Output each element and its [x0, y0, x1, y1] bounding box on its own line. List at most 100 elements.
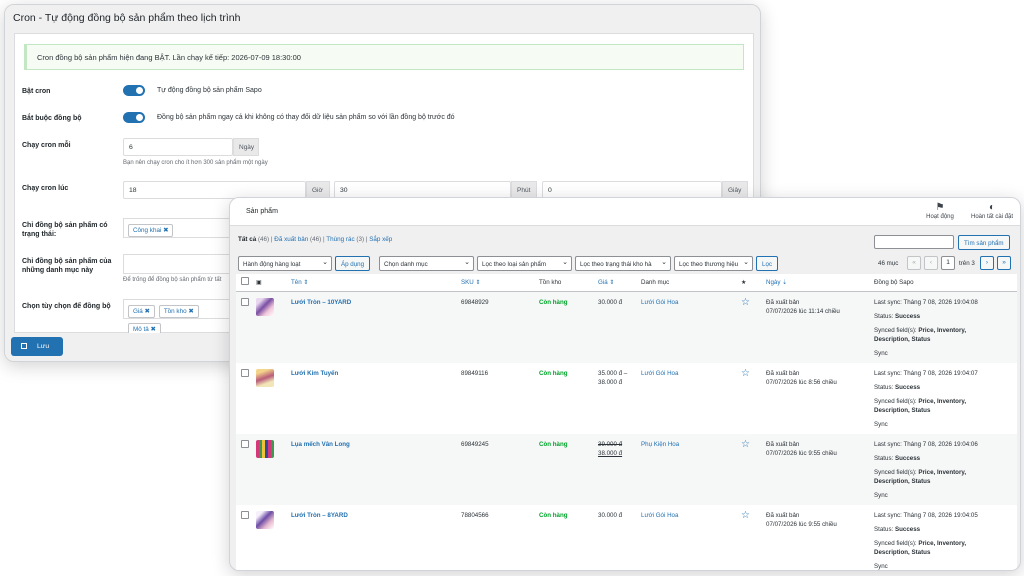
product-name-link[interactable]: Lưới Tròn – 8YARD	[291, 512, 348, 519]
save-button[interactable]: Lưu	[11, 337, 63, 356]
product-stock: Còn hàng	[539, 298, 568, 306]
sub-published[interactable]: Đã xuất bản	[274, 236, 308, 243]
product-price: 30.000 đ	[598, 505, 641, 570]
products-header-title: Sản phẩm	[246, 208, 278, 215]
filter-button[interactable]: Lọc	[756, 256, 778, 271]
price-line-1: 30.000 đ	[598, 512, 623, 520]
product-name-link[interactable]: Lưới Tròn – 10YARD	[291, 299, 351, 306]
product-price: 35.000 đ –38.000 đ	[598, 363, 641, 434]
floppy-icon	[21, 343, 27, 349]
sub-sort[interactable]: Sắp xếp	[369, 236, 392, 243]
product-thumbnail[interactable]	[256, 368, 274, 387]
sync-options-label: Chọn tùy chọn để đồng bộ	[22, 303, 111, 310]
product-category-link[interactable]: Lưới Gói Hoa	[641, 299, 678, 306]
sub-all[interactable]: Tất cả	[238, 236, 256, 243]
product-category-link[interactable]: Phụ Kiện Hoa	[641, 441, 679, 448]
activity-button[interactable]: ⚑ Hoạt động	[922, 202, 958, 220]
sync-options-select[interactable]: Giá ✖ Tồn kho ✖Mô tả ✖	[123, 299, 233, 336]
product-price: 30.000 đ	[598, 291, 641, 363]
product-category-link[interactable]: Lưới Gói Hoa	[641, 512, 678, 519]
row-checkbox[interactable]	[241, 439, 249, 448]
prev-page-button[interactable]: ‹	[924, 256, 938, 270]
category-select[interactable]: Chọn danh mục	[379, 256, 474, 271]
status-filter-label-line2: trạng thái:	[22, 231, 57, 238]
run-at-label: Chạy cron lúc	[22, 185, 69, 192]
last-page-button[interactable]: »	[997, 256, 1011, 270]
status-filter-label-line1: Chỉ đồng bộ sản phẩm có	[22, 222, 108, 229]
column-date[interactable]: Ngày ⇣	[766, 274, 874, 292]
first-page-button[interactable]: «	[907, 256, 921, 270]
force-sync-toggle[interactable]	[123, 112, 145, 123]
synced-fields: Synced field(s): Price, Inventory, Descri…	[874, 326, 967, 343]
bulk-action-select[interactable]: Hành động hàng loạt	[238, 256, 332, 271]
brand-select[interactable]: Lọc theo thương hiệu	[674, 256, 753, 271]
activity-label: Hoạt động	[926, 214, 954, 220]
last-sync: Last sync: Tháng 7 08, 2026 19:04:08	[874, 298, 978, 306]
product-thumbnail[interactable]	[256, 439, 274, 458]
sapo-sync-info: Last sync: Tháng 7 08, 2026 19:04:05 Sta…	[874, 505, 1017, 570]
featured-star-icon[interactable]: ☆	[741, 297, 750, 308]
half-circle-icon: ◐	[988, 202, 996, 213]
product-thumbnail[interactable]	[256, 511, 274, 530]
price-line-2: 38.000 đ	[598, 449, 623, 457]
apply-button[interactable]: Áp dụng	[335, 256, 371, 271]
status-filter-select[interactable]: Công khai ✖	[123, 218, 233, 238]
current-page-input[interactable]: 1	[941, 256, 955, 270]
featured-star-icon[interactable]: ☆	[741, 368, 750, 379]
last-sync: Last sync: Tháng 7 08, 2026 19:04:07	[874, 369, 978, 377]
sync-link[interactable]: Sync	[874, 349, 1017, 358]
column-price[interactable]: Giá ⇕	[598, 274, 641, 292]
column-sapo-sync: Đồng bộ Sapo	[874, 274, 1017, 292]
product-stock: Còn hàng	[539, 512, 568, 520]
table-row: Lưới Tròn – 8YARD 78804566 Còn hàng 30.0…	[236, 505, 1017, 570]
product-date: Đã xuất bản 07/07/2026 lúc 11:14 chiều	[766, 291, 874, 363]
sub-trash-count: (3)	[356, 236, 365, 243]
sync-link[interactable]: Sync	[874, 562, 1017, 570]
column-name[interactable]: Tên ⇕	[291, 274, 461, 292]
sub-published-count: (46)	[310, 236, 322, 243]
row-checkbox[interactable]	[241, 511, 249, 520]
sync-link[interactable]: Sync	[874, 420, 1017, 429]
status-tag-public[interactable]: Công khai ✖	[128, 224, 174, 237]
search-products-button[interactable]: Tìm sản phẩm	[958, 235, 1010, 250]
product-date: Đã xuất bản 07/07/2026 lúc 9:55 chiều	[766, 505, 874, 570]
product-search-input[interactable]	[874, 235, 954, 249]
product-sku: 69848929	[461, 298, 489, 306]
product-category-link[interactable]: Lưới Gói Hoa	[641, 370, 678, 377]
product-date: Đã xuất bản 07/07/2026 lúc 9:55 chiều	[766, 434, 874, 505]
items-count: 46 mục	[878, 260, 899, 267]
date-value: 07/07/2026 lúc 11:14 chiều	[766, 307, 840, 315]
product-sku: 89849116	[461, 369, 489, 377]
row-checkbox[interactable]	[241, 297, 249, 306]
column-sku[interactable]: SKU ⇕	[461, 274, 539, 292]
next-page-button[interactable]: ›	[980, 256, 994, 270]
sync-status: Status: Success	[874, 454, 921, 462]
sync-status: Status: Success	[874, 383, 921, 391]
product-name-link[interactable]: Lưới Kim Tuyến	[291, 370, 338, 377]
stock-status-select[interactable]: Lọc theo trạng thái kho hà	[575, 256, 671, 271]
featured-star-icon[interactable]: ☆	[741, 439, 750, 450]
sync-link[interactable]: Sync	[874, 491, 1017, 500]
select-all-checkbox[interactable]	[241, 277, 249, 286]
category-filter-label-line1: Chỉ đồng bộ sản phẩm của	[22, 258, 112, 265]
cron-status-notice: Cron đồng bộ sản phẩm hiện đang BẬT. Lần…	[24, 44, 744, 70]
last-sync: Last sync: Tháng 7 08, 2026 19:04:05	[874, 512, 978, 520]
opt-tag-price[interactable]: Giá ✖	[128, 305, 155, 318]
date-status: Đã xuất bản	[766, 369, 800, 377]
sapo-sync-info: Last sync: Tháng 7 08, 2026 19:04:06 Sta…	[874, 434, 1017, 505]
enable-cron-text: Tự động đồng bộ sản phẩm Sapo	[157, 87, 262, 94]
opt-tag-stock[interactable]: Tồn kho ✖	[158, 305, 199, 318]
category-filter-select[interactable]	[123, 254, 233, 274]
product-type-select[interactable]: Lọc theo loại sản phẩm	[477, 256, 572, 271]
featured-star-icon[interactable]: ☆	[741, 510, 750, 521]
finish-setup-button[interactable]: ◐ Hoàn tất cài đặt	[966, 202, 1018, 220]
row-checkbox[interactable]	[241, 368, 249, 377]
product-name-link[interactable]: Lụa mếch Vân Long	[291, 441, 350, 448]
run-every-input[interactable]: 6	[123, 138, 233, 156]
table-row: Lưới Tròn – 10YARD 69848929 Còn hàng 30.…	[236, 291, 1017, 363]
date-status: Đã xuất bản	[766, 298, 800, 306]
sub-trash[interactable]: Thùng rác	[326, 236, 354, 243]
product-thumbnail[interactable]	[256, 297, 274, 316]
enable-cron-toggle[interactable]	[123, 85, 145, 96]
flag-icon: ⚑	[935, 202, 945, 213]
